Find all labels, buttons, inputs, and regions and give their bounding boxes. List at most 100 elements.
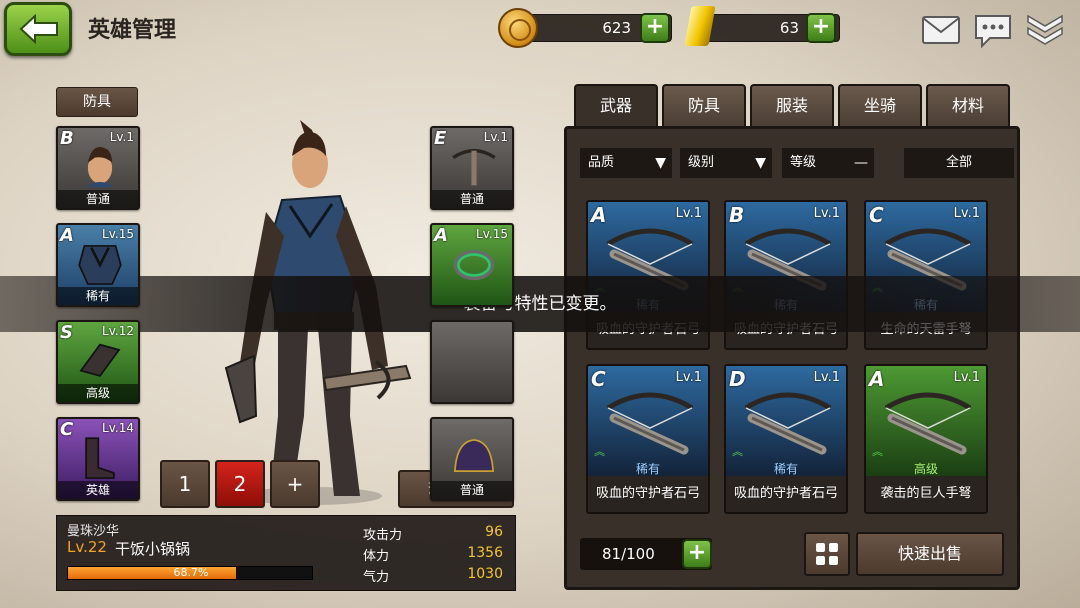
all-filter[interactable]: 全部 [904, 148, 1014, 178]
page-title: 英雄管理 [88, 18, 177, 43]
equip-slot-left-1[interactable]: B Lv.1 普通 [56, 126, 140, 210]
level-tier-filter[interactable]: 级别 ▼ [680, 148, 772, 178]
item-name: 吸血的守护者石弓 [726, 476, 846, 512]
item-name: 吸血的守护者石弓 [588, 476, 708, 512]
coin-icon [498, 8, 538, 48]
grade-badge: C [60, 419, 74, 440]
item-level: Lv.1 [953, 370, 980, 385]
hero-level: Lv.22 [67, 538, 107, 556]
tab-mounts[interactable]: 坐骑 [838, 84, 922, 126]
level-filter-label: 等级 [790, 155, 817, 170]
armor-category-button[interactable]: 防具 [56, 87, 138, 117]
quality-filter[interactable]: 品质 ▼ [580, 148, 672, 178]
tab-weapons[interactable]: 武器 [574, 84, 658, 126]
tab-materials[interactable]: 材料 [926, 84, 1010, 126]
chevron-down-icon: ▼ [655, 155, 666, 171]
back-button[interactable] [4, 2, 72, 56]
armor-icon [78, 245, 122, 285]
coin-amount: 623 [602, 19, 631, 37]
item-card[interactable]: D Lv.1 ︽ 稀有 吸血的守护者石弓 [724, 364, 848, 514]
grade-badge: A [869, 367, 885, 391]
chevron-down-icon: ▼ [755, 155, 766, 171]
stat-attack-label: 攻击力 [363, 528, 403, 543]
rarity-label: 普通 [58, 190, 138, 208]
grade-badge: B [60, 128, 74, 149]
equip-slot-right-2[interactable]: A Lv.15 [430, 223, 514, 307]
grade-badge: A [591, 203, 607, 227]
item-card[interactable]: C Lv.1 ︽ 稀有 吸血的守护者石弓 [586, 364, 710, 514]
grade-badge: A [60, 225, 74, 246]
item-level: Lv.15 [102, 227, 134, 241]
equip-slot-right-1[interactable]: E Lv.1 普通 [430, 126, 514, 210]
tab-armor[interactable]: 防具 [662, 84, 746, 126]
add-page-button[interactable]: + [270, 460, 320, 508]
mail-icon[interactable] [920, 8, 962, 50]
gold-amount: 63 [779, 19, 799, 37]
item-level: Lv.12 [102, 324, 134, 338]
ring-icon [453, 249, 495, 281]
item-level: Lv.1 [953, 206, 980, 221]
quality-filter-label: 品质 [588, 155, 615, 170]
equip-slot-right-4[interactable]: 普通 [430, 417, 514, 501]
grade-badge: S [60, 322, 73, 343]
grade-badge: B [729, 203, 745, 227]
level-filter-dash: — [854, 155, 868, 171]
rarity-label: 高级 [913, 462, 938, 476]
crossbow-icon [884, 392, 972, 455]
stat-attack-value: 96 [485, 524, 503, 540]
item-level: Lv.1 [675, 206, 702, 221]
crossbow-icon [452, 148, 496, 186]
add-coins-button[interactable]: + [640, 13, 670, 43]
collapse-menu-icon[interactable] [1024, 8, 1066, 50]
crossbow-icon [744, 392, 832, 455]
equip-slot-left-2[interactable]: A Lv.15 稀有 [56, 223, 140, 307]
grade-badge: C [591, 367, 606, 391]
upgrade-arrow-icon: ︽ [872, 445, 883, 458]
grid-view-button[interactable] [804, 532, 850, 576]
stat-stamina-value: 1356 [467, 545, 503, 561]
stat-stamina-label: 体力 [363, 549, 390, 564]
item-level: Lv.1 [675, 370, 702, 385]
rarity-label: 稀有 [58, 287, 138, 305]
exp-percent: 68.7% [173, 566, 209, 579]
tab-clothing[interactable]: 服装 [750, 84, 834, 126]
hero-head-icon [86, 147, 114, 188]
toast-message: 装备与特性已变更。 [0, 276, 1080, 332]
upgrade-arrow-icon: ︽ [594, 445, 605, 458]
item-level: Lv.1 [813, 370, 840, 385]
hero-info-panel: 曼珠沙华 Lv.22 干饭小锅锅 68.7% 攻击力 96 体力 1356 气力… [56, 515, 516, 591]
hero-nickname: 干饭小锅锅 [115, 540, 191, 558]
rarity-label: 英雄 [58, 481, 138, 499]
chat-icon[interactable] [972, 8, 1014, 50]
item-name: 袭击的巨人手弩 [866, 476, 986, 512]
level-tier-filter-label: 级别 [688, 155, 715, 170]
crossbow-icon [606, 392, 694, 455]
page-1-button[interactable]: 1 [160, 460, 210, 508]
level-filter[interactable]: 等级 — [782, 148, 874, 178]
expand-inventory-button[interactable]: + [682, 539, 712, 569]
upgrade-arrow-icon: ︽ [732, 445, 743, 458]
grade-badge: E [434, 128, 447, 149]
grade-badge: D [729, 367, 746, 391]
rarity-label: 稀有 [635, 462, 660, 476]
equip-slot-left-3[interactable]: S Lv.12 高级 [56, 320, 140, 404]
item-level: Lv.14 [102, 421, 134, 435]
item-level: Lv.15 [476, 227, 508, 241]
rarity-label: 普通 [432, 190, 512, 208]
add-gold-button[interactable]: + [806, 13, 836, 43]
inventory-panel [564, 126, 1020, 590]
helmet-icon [454, 439, 494, 472]
boots-icon [85, 437, 115, 479]
rarity-label: 普通 [432, 481, 512, 499]
item-card[interactable]: A Lv.1 ︽ 高级 袭击的巨人手弩 [864, 364, 988, 514]
stat-energy-label: 气力 [363, 570, 390, 585]
equip-slot-right-3[interactable] [430, 320, 514, 404]
page-2-button[interactable]: 2 [215, 460, 265, 508]
quick-sell-button[interactable]: 快速出售 [856, 532, 1004, 576]
item-level: Lv.1 [483, 130, 508, 144]
rarity-label: 稀有 [773, 462, 798, 476]
rarity-label: 高级 [58, 384, 138, 402]
equip-slot-left-4[interactable]: C Lv.14 英雄 [56, 417, 140, 501]
exp-bar: 68.7% [67, 566, 313, 580]
stat-energy-value: 1030 [467, 566, 503, 582]
